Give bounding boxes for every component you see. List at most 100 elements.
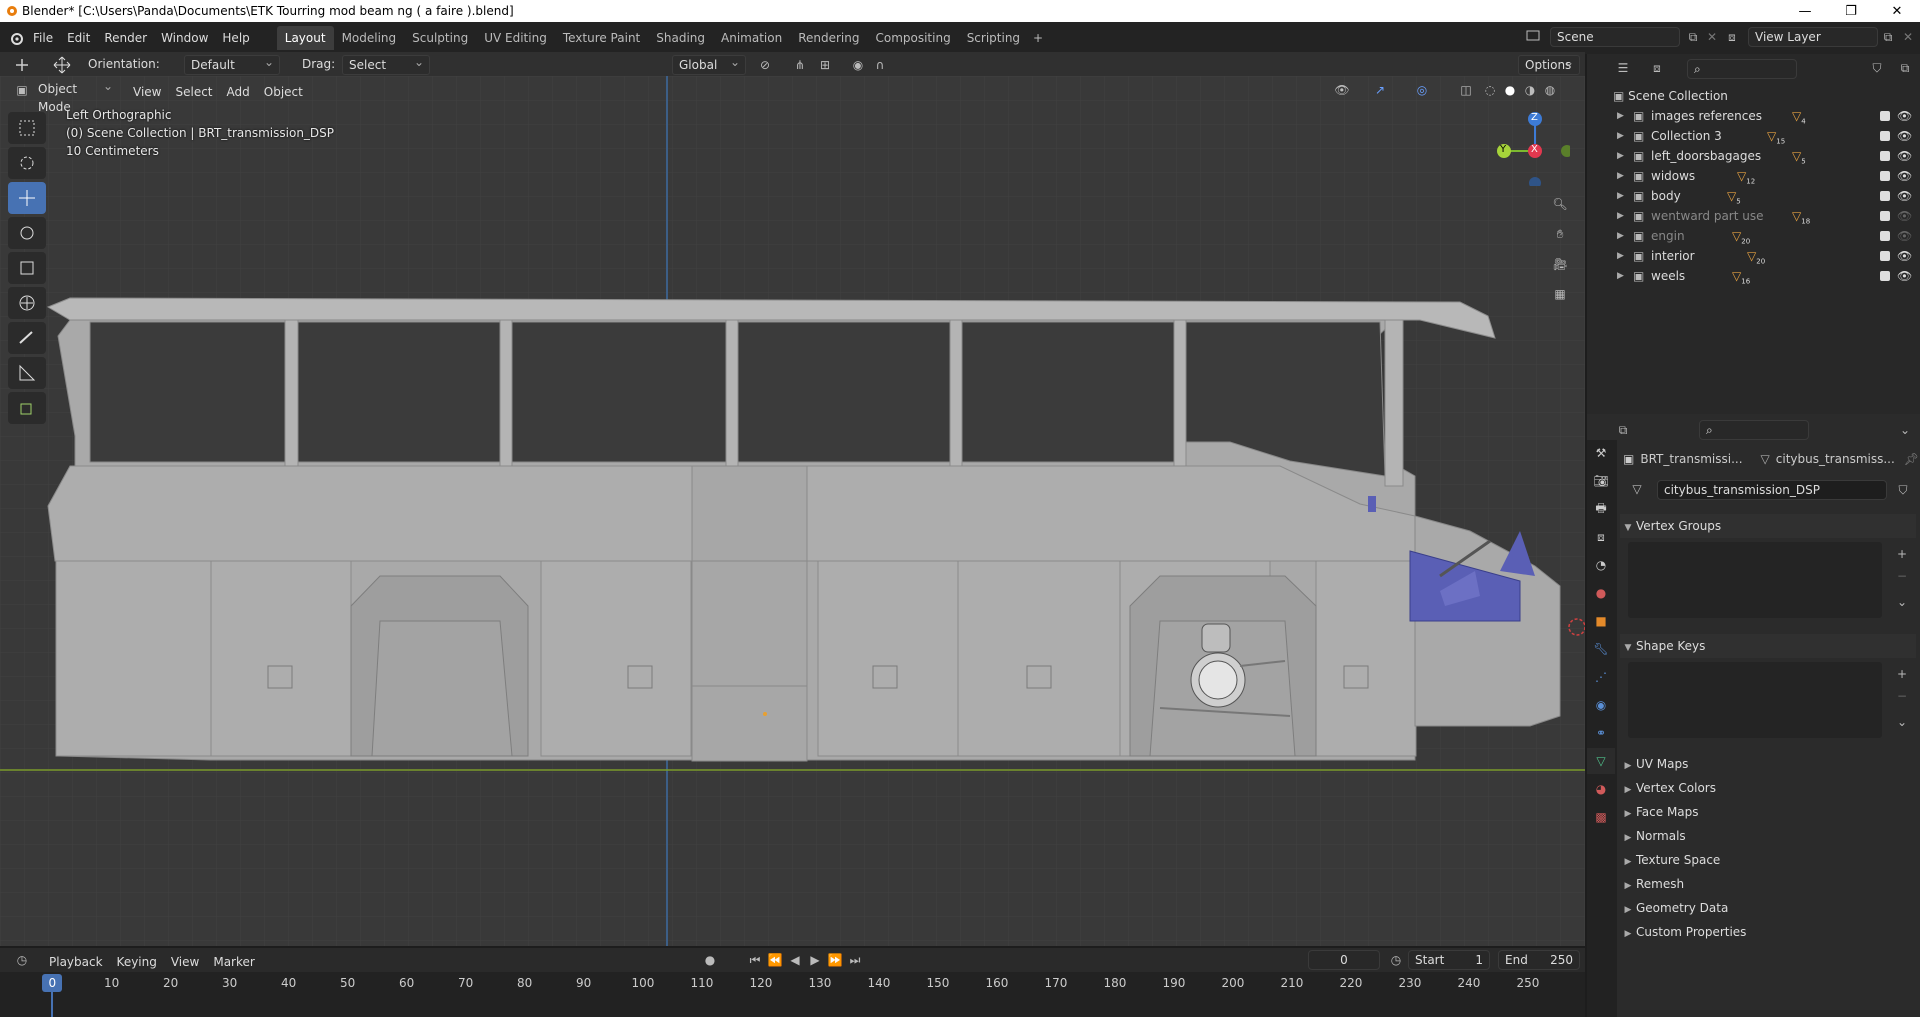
- expand-arrow-icon[interactable]: ▶: [1617, 246, 1624, 266]
- workspace-tab-texture-paint[interactable]: Texture Paint: [555, 26, 648, 50]
- outliner-editor-icon[interactable]: ☰: [1613, 58, 1633, 78]
- delete-scene-icon[interactable]: ✕: [1702, 27, 1722, 47]
- add-item-icon[interactable]: +: [1892, 544, 1912, 564]
- add-item-icon[interactable]: +: [1892, 664, 1912, 684]
- minimize-button[interactable]: —: [1782, 0, 1828, 22]
- properties-editor-icon[interactable]: ⧉: [1613, 420, 1633, 440]
- display-mode-icon[interactable]: ⧈: [1647, 58, 1667, 78]
- workspace-tab-scripting[interactable]: Scripting: [959, 26, 1028, 50]
- proportional-falloff-icon[interactable]: ∩: [870, 55, 890, 75]
- cursor-tool[interactable]: [8, 147, 46, 179]
- scene-tab[interactable]: ◔: [1587, 552, 1615, 578]
- fake-user-icon[interactable]: ⛉: [1893, 480, 1913, 500]
- material-shading-icon[interactable]: ◑: [1520, 80, 1540, 100]
- new-collection-icon[interactable]: ⧉: [1895, 58, 1915, 78]
- workspace-tab-rendering[interactable]: Rendering: [790, 26, 867, 50]
- eye-icon[interactable]: 👁︎: [1897, 126, 1912, 146]
- list-box[interactable]: [1628, 542, 1882, 618]
- viewport-menu-view[interactable]: View: [126, 80, 168, 104]
- outliner-row[interactable]: ▶ ▣ left_doorsbagages ▽5 👁︎: [1587, 146, 1920, 166]
- perspective-toggle-icon[interactable]: ▦: [1550, 284, 1570, 304]
- outliner-row[interactable]: ▶ ▣ wentward part use ▽18 👁︎: [1587, 206, 1920, 226]
- object-tab[interactable]: ■: [1587, 608, 1615, 634]
- play-icon[interactable]: ▶: [805, 950, 825, 970]
- visibility-icon[interactable]: 👁︎: [1332, 80, 1352, 100]
- current-frame-field[interactable]: 0: [1308, 950, 1380, 970]
- exclude-checkbox[interactable]: [1880, 191, 1890, 201]
- workspace-tab-shading[interactable]: Shading: [648, 26, 713, 50]
- move-tool[interactable]: [8, 182, 46, 214]
- remove-item-icon[interactable]: −: [1892, 566, 1912, 586]
- copy-scene-icon[interactable]: ⧉: [1683, 27, 1703, 47]
- view-layer-field[interactable]: View Layer: [1748, 27, 1878, 47]
- panel-vertex-colors[interactable]: ▶ Vertex Colors: [1620, 776, 1916, 800]
- expand-arrow-icon[interactable]: ▶: [1617, 266, 1624, 286]
- exclude-checkbox[interactable]: [1880, 151, 1890, 161]
- bus-model[interactable]: [0, 76, 1585, 946]
- editor-type-icon[interactable]: [12, 55, 32, 75]
- outliner-row[interactable]: ▶ ▣ weels ▽16 👁︎: [1587, 266, 1920, 286]
- eye-icon[interactable]: 👁︎: [1897, 166, 1912, 186]
- scale-tool[interactable]: [8, 252, 46, 284]
- next-keyframe-icon[interactable]: ⏩: [825, 950, 845, 970]
- mesh-browse-icon[interactable]: ▽: [1627, 479, 1647, 499]
- timeline-menu-keying[interactable]: Keying: [110, 950, 164, 974]
- menu-window[interactable]: Window: [154, 26, 215, 50]
- outliner-row[interactable]: ▶ ▣ engin ▽20 👁︎: [1587, 226, 1920, 246]
- exclude-checkbox[interactable]: [1880, 111, 1890, 121]
- viewport-menu-add[interactable]: Add: [220, 80, 257, 104]
- transform-orientation-dropdown[interactable]: Global: [672, 53, 746, 75]
- filter-icon[interactable]: ⛉: [1867, 58, 1887, 78]
- view-layer-icon[interactable]: ⧈: [1722, 27, 1742, 47]
- remove-item-icon[interactable]: −: [1892, 686, 1912, 706]
- proportional-edit-icon[interactable]: ◉: [848, 55, 868, 75]
- exclude-checkbox[interactable]: [1880, 271, 1890, 281]
- panel-face-maps[interactable]: ▶ Face Maps: [1620, 800, 1916, 824]
- move-tool-icon[interactable]: [52, 55, 72, 75]
- orientation-dropdown[interactable]: Default: [184, 53, 280, 75]
- mode-dropdown[interactable]: Object Mode: [32, 77, 118, 114]
- physics-tab[interactable]: ◉: [1587, 692, 1615, 718]
- workspace-tab-modeling[interactable]: Modeling: [334, 26, 405, 50]
- panel-geometry-data[interactable]: ▶ Geometry Data: [1620, 896, 1916, 920]
- workspace-tab-sculpting[interactable]: Sculpting: [404, 26, 476, 50]
- measure-tool[interactable]: [8, 357, 46, 389]
- xray-icon[interactable]: ◫: [1456, 80, 1476, 100]
- exclude-checkbox[interactable]: [1880, 131, 1890, 141]
- menu-file[interactable]: File: [26, 26, 60, 50]
- output-tab[interactable]: 🖶︎: [1587, 496, 1615, 522]
- end-frame-field[interactable]: End 250: [1498, 950, 1580, 970]
- select-box-tool[interactable]: [8, 112, 46, 144]
- outliner-row[interactable]: ▶ ▣ widows ▽12 👁︎: [1587, 166, 1920, 186]
- wireframe-shading-icon[interactable]: ◌: [1480, 80, 1500, 100]
- panel-custom-properties[interactable]: ▶ Custom Properties: [1620, 920, 1916, 944]
- add-cube-tool[interactable]: [8, 392, 46, 424]
- exclude-checkbox[interactable]: [1880, 231, 1890, 241]
- rotate-tool[interactable]: [8, 217, 46, 249]
- view-layer-tab[interactable]: ⧈: [1587, 524, 1615, 550]
- maximize-button[interactable]: ❐: [1828, 0, 1874, 22]
- timeline-menu-playback[interactable]: Playback: [42, 950, 110, 974]
- navigation-gizmo[interactable]: Z Y X: [1490, 106, 1570, 186]
- solid-shading-icon[interactable]: ●: [1500, 80, 1520, 100]
- mesh-count-icon[interactable]: ▽16: [1732, 266, 1750, 291]
- list-box[interactable]: [1628, 662, 1882, 738]
- workspace-tab-animation[interactable]: Animation: [713, 26, 790, 50]
- timeline-menu-view[interactable]: View: [164, 950, 206, 974]
- eye-icon[interactable]: 👁︎: [1897, 106, 1912, 126]
- expand-arrow-icon[interactable]: ▶: [1617, 106, 1624, 126]
- eye-icon[interactable]: 👁︎: [1897, 226, 1912, 246]
- annotate-tool[interactable]: [8, 322, 46, 354]
- options-dropdown[interactable]: Options: [1518, 53, 1580, 75]
- clock-icon[interactable]: ◷: [1386, 950, 1406, 970]
- jump-end-icon[interactable]: ⏭: [845, 950, 865, 970]
- prev-keyframe-icon[interactable]: ⏪: [765, 950, 785, 970]
- timeline[interactable]: ◷ Playback Keying View Marker ● ⏮ ⏪ ◀ ▶ ⏩ ⏭…: [0, 948, 1585, 1017]
- panel-remesh[interactable]: ▶ Remesh: [1620, 872, 1916, 896]
- camera-view-icon[interactable]: 🎥︎: [1550, 254, 1570, 274]
- menu-render[interactable]: Render: [97, 26, 154, 50]
- expand-arrow-icon[interactable]: ▶: [1617, 126, 1624, 146]
- workspace-tab-layout[interactable]: Layout: [276, 26, 334, 50]
- blender-menu-icon[interactable]: [6, 28, 26, 48]
- outliner-row[interactable]: ▶ ▣ Collection 3 ▽15 👁︎: [1587, 126, 1920, 146]
